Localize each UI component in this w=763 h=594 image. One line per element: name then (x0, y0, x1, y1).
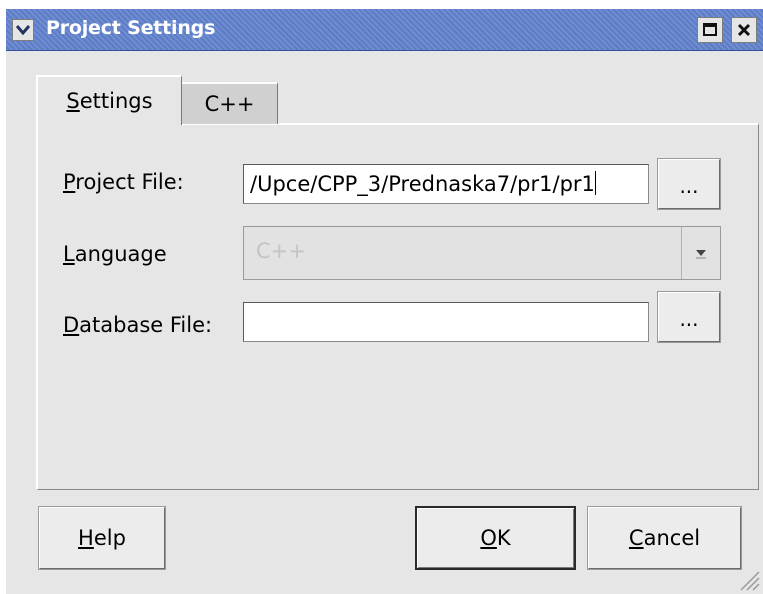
project-file-browse-button[interactable]: ... (658, 159, 720, 209)
maximize-icon (703, 23, 717, 36)
database-file-browse-button[interactable]: ... (658, 292, 720, 342)
close-icon (737, 23, 751, 37)
title-bar[interactable]: Project Settings (6, 9, 763, 51)
ok-button-label: OK (480, 526, 511, 550)
language-label: Language (63, 242, 167, 266)
project-file-label: Project File: (63, 170, 184, 194)
close-button[interactable] (731, 17, 757, 43)
database-file-input[interactable] (243, 302, 649, 342)
cancel-button-label: Cancel (628, 526, 701, 550)
help-button-label: Help (78, 526, 126, 550)
tab-settings-label: Settings (66, 89, 153, 113)
chevron-down-icon (15, 25, 31, 36)
text-caret (594, 171, 596, 195)
chevron-down-icon (696, 250, 706, 259)
tab-settings[interactable]: Settings (36, 75, 182, 125)
language-select-value: C++ (256, 239, 306, 263)
tab-cpp-label: C++ (204, 92, 255, 116)
database-file-label: Database File: (63, 313, 213, 337)
project-file-input[interactable]: /Upce/CPP_3/Prednaska7/pr1/pr1 (243, 164, 649, 204)
cancel-button[interactable]: Cancel (588, 507, 741, 569)
language-select[interactable]: C++ (243, 226, 721, 280)
window-menu-button[interactable] (12, 19, 34, 41)
language-dropdown-arrow[interactable] (681, 227, 720, 279)
window-title: Project Settings (46, 17, 216, 39)
tab-cpp[interactable]: C++ (182, 82, 278, 124)
maximize-button[interactable] (697, 17, 723, 43)
ok-button[interactable]: OK (415, 506, 576, 570)
help-button[interactable]: Help (39, 507, 165, 569)
resize-grip-icon[interactable] (735, 566, 761, 592)
